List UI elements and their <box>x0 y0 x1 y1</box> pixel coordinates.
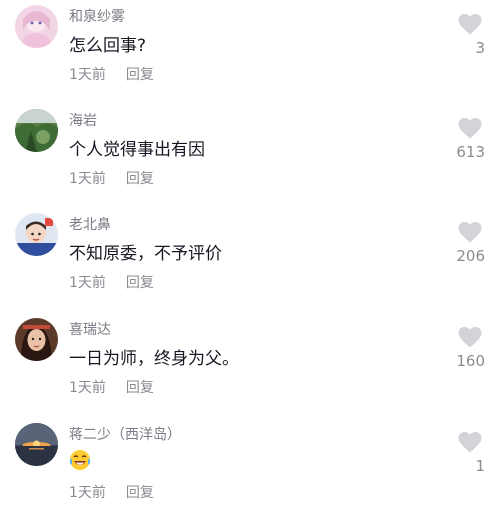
comment-meta: 1天前 回复 <box>69 168 154 188</box>
comment-timestamp: 1天前 <box>69 67 106 83</box>
reply-button[interactable]: 回复 <box>126 485 154 501</box>
like-area: 3 <box>429 14 485 57</box>
comment-timestamp: 1天前 <box>69 485 106 501</box>
woman-portrait-avatar[interactable] <box>15 318 58 361</box>
nature-photo-avatar[interactable] <box>15 109 58 152</box>
reply-button[interactable]: 回复 <box>126 380 154 396</box>
like-area: 160 <box>429 327 485 370</box>
comment-text: 怎么回事? <box>69 36 147 56</box>
heart-icon[interactable] <box>458 14 482 35</box>
comment-meta: 1天前 回复 <box>69 64 154 84</box>
comment-username[interactable]: 喜瑞达 <box>69 319 111 339</box>
comment-username[interactable]: 海岩 <box>69 110 97 130</box>
cartoon-avatar[interactable] <box>15 213 58 256</box>
like-count: 613 <box>456 143 485 161</box>
comment-meta: 1天前 回复 <box>69 272 154 292</box>
like-count: 1 <box>475 457 485 475</box>
comment-text: 不知原委，不予评价 <box>69 244 222 264</box>
anime-girl-avatar[interactable] <box>15 5 58 48</box>
comment-username[interactable]: 和泉纱雾 <box>69 6 125 26</box>
comment-username[interactable]: 蒋二少（西洋岛） <box>69 424 181 444</box>
comment-item: 蒋二少（西洋岛） 1天前 回复 1 <box>0 418 499 522</box>
comment-item: 和泉纱雾 怎么回事? 1天前 回复 3 <box>0 0 499 104</box>
heart-icon[interactable] <box>458 222 482 243</box>
comment-meta: 1天前 回复 <box>69 377 154 397</box>
reply-button[interactable]: 回复 <box>126 67 154 83</box>
comment-timestamp: 1天前 <box>69 275 106 291</box>
like-count: 3 <box>475 39 485 57</box>
comment-username[interactable]: 老北鼻 <box>69 214 111 234</box>
like-count: 206 <box>456 247 485 265</box>
heart-icon[interactable] <box>458 118 482 139</box>
heart-icon[interactable] <box>458 327 482 348</box>
comment-text: 一日为师，终身为父。 <box>69 349 239 369</box>
reply-button[interactable]: 回复 <box>126 275 154 291</box>
comment-text: 个人觉得事出有因 <box>69 140 205 160</box>
like-count: 160 <box>456 352 485 370</box>
comment-list: 和泉纱雾 怎么回事? 1天前 回复 3 海岩 个人觉得事出有因 1天前 回复 6… <box>0 0 499 513</box>
comment-timestamp: 1天前 <box>69 171 106 187</box>
comment-item: 海岩 个人觉得事出有因 1天前 回复 613 <box>0 104 499 208</box>
laughing-crying-emoji <box>70 450 90 470</box>
heart-icon[interactable] <box>458 432 482 453</box>
comment-text <box>69 449 91 471</box>
reply-button[interactable]: 回复 <box>126 171 154 187</box>
comment-meta: 1天前 回复 <box>69 482 154 502</box>
like-area: 1 <box>429 432 485 475</box>
like-area: 613 <box>429 118 485 161</box>
comment-item: 老北鼻 不知原委，不予评价 1天前 回复 206 <box>0 208 499 312</box>
comment-timestamp: 1天前 <box>69 380 106 396</box>
like-area: 206 <box>429 222 485 265</box>
comment-item: 喜瑞达 一日为师，终身为父。 1天前 回复 160 <box>0 313 499 417</box>
sunset-photo-avatar[interactable] <box>15 423 58 466</box>
